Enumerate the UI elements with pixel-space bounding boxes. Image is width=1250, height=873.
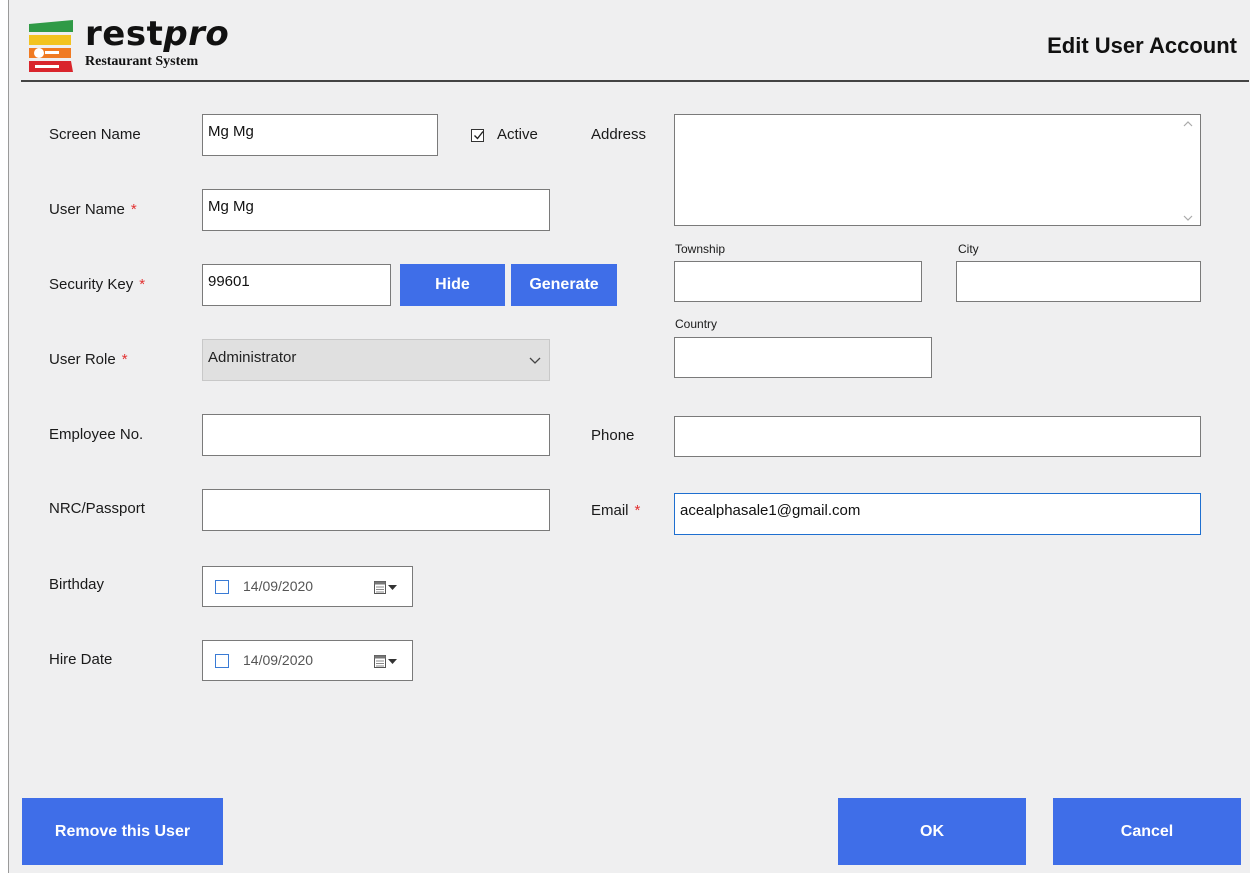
generate-button[interactable]: Generate [511, 264, 617, 306]
header: restpro Restaurant System Edit User Acco… [9, 0, 1250, 82]
hire-date-label: Hire Date [49, 651, 113, 668]
header-divider [21, 80, 1249, 82]
chevron-down-icon [529, 357, 541, 364]
address-label: Address [591, 126, 647, 143]
user-name-input[interactable]: Mg Mg [202, 189, 550, 231]
hire-date-datepicker[interactable]: 14/09/2020 [202, 640, 413, 681]
township-label: Township [675, 242, 726, 256]
scroll-up-icon[interactable] [1183, 121, 1193, 127]
email-input[interactable]: acealphasale1@gmail.com [674, 493, 1201, 535]
phone-input[interactable] [674, 416, 1201, 457]
required-mark: * [139, 276, 146, 293]
user-role-label-text: User Role [49, 351, 116, 368]
user-role-value: Administrator [208, 349, 297, 366]
scroll-down-icon[interactable] [1183, 215, 1193, 221]
active-label: Active [497, 126, 538, 143]
brand-main: rest [85, 14, 164, 54]
country-input[interactable] [674, 337, 932, 378]
country-label: Country [675, 317, 718, 331]
check-icon [474, 131, 484, 140]
restpro-logo: restpro Restaurant System [25, 14, 255, 76]
brand-name: restpro [85, 14, 229, 54]
birthday-enable-checkbox[interactable] [215, 580, 229, 594]
security-key-label: Security Key * [49, 276, 145, 293]
brand-accent: pro [163, 14, 230, 54]
ok-button[interactable]: OK [838, 798, 1026, 865]
restpro-logo-icon [29, 20, 73, 72]
calendar-icon[interactable] [374, 581, 386, 594]
required-mark: * [130, 201, 137, 218]
page-title: Edit User Account [1047, 33, 1237, 58]
city-input[interactable] [956, 261, 1201, 302]
birthday-label: Birthday [49, 576, 105, 593]
township-input[interactable] [674, 261, 922, 302]
nrc-passport-label: NRC/Passport [49, 500, 145, 517]
security-key-input[interactable]: 99601 [202, 264, 391, 306]
cancel-button[interactable]: Cancel [1053, 798, 1241, 865]
nrc-passport-input[interactable] [202, 489, 550, 531]
hide-button[interactable]: Hide [400, 264, 505, 306]
employee-no-label: Employee No. [49, 426, 144, 443]
screen-name-input[interactable]: Mg Mg [202, 114, 438, 156]
required-mark: * [634, 502, 641, 519]
dropdown-arrow-icon[interactable] [388, 659, 397, 665]
screen-name-label: Screen Name [49, 126, 141, 143]
edit-user-window: restpro Restaurant System Edit User Acco… [8, 0, 1250, 873]
user-name-label: User Name * [49, 201, 137, 218]
dropdown-arrow-icon[interactable] [388, 585, 397, 591]
address-scrollbar[interactable] [1180, 119, 1196, 221]
required-mark: * [121, 351, 128, 368]
brand-subtitle: Restaurant System [85, 54, 199, 69]
user-name-label-text: User Name [49, 201, 125, 218]
calendar-icon[interactable] [374, 655, 386, 668]
address-textarea[interactable] [674, 114, 1201, 226]
user-role-label: User Role * [49, 351, 128, 368]
birthday-datepicker[interactable]: 14/09/2020 [202, 566, 413, 607]
remove-user-button[interactable]: Remove this User [22, 798, 223, 865]
email-label-text: Email [591, 502, 629, 519]
phone-label: Phone [591, 427, 635, 444]
employee-no-input[interactable] [202, 414, 550, 456]
email-label: Email * [591, 502, 640, 519]
user-role-select[interactable]: Administrator [202, 339, 550, 381]
hire-date-enable-checkbox[interactable] [215, 654, 229, 668]
security-key-label-text: Security Key [49, 276, 134, 293]
city-label: City [958, 242, 979, 256]
birthday-value: 14/09/2020 [243, 578, 314, 594]
active-checkbox[interactable] [471, 129, 484, 142]
hire-date-value: 14/09/2020 [243, 652, 314, 668]
